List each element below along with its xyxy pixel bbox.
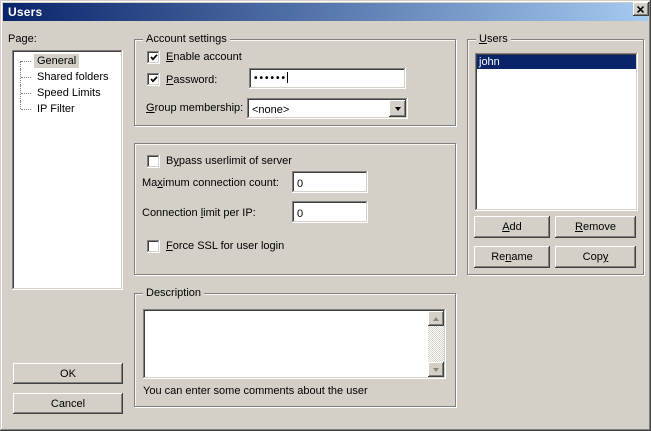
- force-ssl-label[interactable]: Force SSL for user login: [166, 240, 284, 253]
- group-users: Users john Add Remove Rename Copy: [467, 39, 644, 275]
- arrow-up-icon: [433, 314, 439, 321]
- enable-account-checkbox[interactable]: [147, 51, 160, 64]
- tree-item-label: Speed Limits: [34, 86, 104, 100]
- description-scrollbar[interactable]: [428, 311, 444, 377]
- rename-button[interactable]: Rename: [474, 246, 550, 268]
- tree-connector: [12, 69, 34, 85]
- group-title: Account settings: [143, 33, 230, 45]
- page-label: Page:: [8, 33, 37, 46]
- group-title: Users: [476, 33, 511, 45]
- tree-connector: [12, 101, 34, 117]
- description-hint: You can enter some comments about the us…: [143, 385, 368, 398]
- check-icon: [150, 76, 158, 83]
- password-input[interactable]: ••••••: [249, 68, 406, 89]
- ok-button[interactable]: OK: [13, 363, 123, 384]
- user-list-item[interactable]: john: [477, 55, 636, 69]
- close-icon: [637, 6, 645, 13]
- combo-selected-value: <none>: [247, 102, 389, 116]
- connection-limit-per-ip-label: Connection limit per IP:: [142, 207, 256, 220]
- group-membership-label: Group membership:: [146, 102, 243, 115]
- tree-connector: [12, 85, 34, 101]
- description-textarea[interactable]: [143, 309, 446, 379]
- group-membership-select[interactable]: <none>: [247, 98, 408, 119]
- enable-account-label[interactable]: Enable account: [166, 51, 242, 64]
- tree-item-speed-limits[interactable]: Speed Limits: [12, 85, 123, 101]
- force-ssl-checkbox[interactable]: [147, 240, 160, 253]
- check-icon: [150, 54, 158, 61]
- group-description: Description You can enter some comments …: [134, 293, 456, 407]
- users-list[interactable]: john: [475, 53, 638, 211]
- tree-item-label: General: [34, 54, 79, 68]
- scrollbar-track[interactable]: [428, 326, 444, 362]
- password-checkbox[interactable]: [147, 73, 160, 86]
- dropdown-button[interactable]: [389, 100, 406, 117]
- bypass-userlimit-label[interactable]: Bypass userlimit of server: [166, 155, 292, 168]
- close-button[interactable]: [633, 2, 649, 16]
- tree-item-label: IP Filter: [34, 102, 78, 116]
- scroll-down-button[interactable]: [428, 362, 444, 377]
- titlebar: Users: [3, 3, 648, 21]
- text-caret: [287, 72, 288, 83]
- group-connection-limits: Bypass userlimit of server Maximum conne…: [134, 143, 456, 275]
- group-account-settings: Account settings Enable account Password…: [134, 39, 456, 126]
- tree-item-label: Shared folders: [34, 70, 112, 84]
- window-title: Users: [3, 5, 42, 19]
- tree-item-ip-filter[interactable]: IP Filter: [12, 101, 123, 117]
- add-button[interactable]: Add: [474, 216, 550, 238]
- tree-connector: [12, 53, 34, 69]
- chevron-down-icon: [395, 107, 401, 114]
- max-connection-count-label: Maximum connection count:: [142, 177, 279, 190]
- users-dialog: Users Page: General Shared folders Speed…: [0, 0, 651, 431]
- scroll-up-button[interactable]: [428, 311, 444, 326]
- tree-item-general[interactable]: General: [12, 53, 123, 69]
- arrow-down-icon: [433, 368, 439, 375]
- group-title: Description: [143, 287, 204, 299]
- copy-button[interactable]: Copy: [555, 246, 636, 268]
- max-connection-count-input[interactable]: [292, 171, 368, 193]
- remove-button[interactable]: Remove: [555, 216, 636, 238]
- page-tree[interactable]: General Shared folders Speed Limits IP F…: [12, 50, 123, 290]
- cancel-button[interactable]: Cancel: [13, 393, 123, 414]
- password-label[interactable]: Password:: [166, 74, 217, 87]
- tree-item-shared-folders[interactable]: Shared folders: [12, 69, 123, 85]
- password-value: ••••••: [254, 73, 287, 84]
- bypass-userlimit-checkbox[interactable]: [147, 155, 160, 168]
- connection-limit-per-ip-input[interactable]: [292, 201, 368, 223]
